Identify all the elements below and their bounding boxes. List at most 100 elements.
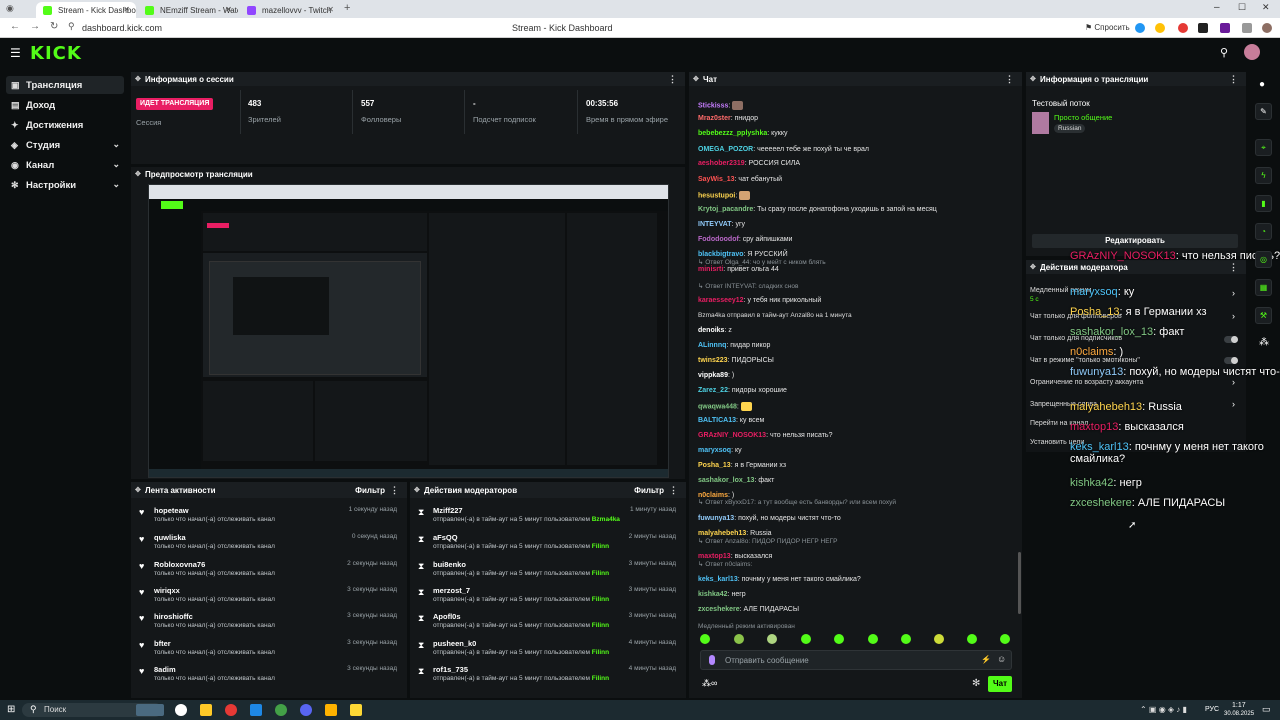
- emote-icon[interactable]: [934, 634, 944, 644]
- close-window-icon[interactable]: ✕: [1262, 2, 1270, 13]
- search-icon[interactable]: ⚲: [1220, 46, 1228, 59]
- chat-settings-icon[interactable]: ✻: [972, 678, 980, 689]
- chat-username[interactable]: maxtop13: [698, 553, 731, 560]
- url-field[interactable]: dashboard.kick.com: [82, 23, 162, 33]
- chat-username[interactable]: SayWis_13: [698, 176, 735, 183]
- sidebar-item-achievements[interactable]: ✦ Достижения: [6, 116, 124, 134]
- chat-input-box[interactable]: Отправить сообщение ⚡ ☺: [700, 650, 1012, 670]
- chat-users-icon[interactable]: ⁂∞: [702, 678, 717, 689]
- chat-username[interactable]: Zarez_22: [698, 387, 728, 394]
- emote-icon[interactable]: [801, 634, 811, 644]
- file-explorer-icon[interactable]: [200, 704, 212, 716]
- chat-scrollbar[interactable]: [1018, 552, 1021, 614]
- sidebar-item-broadcast[interactable]: ▣ Трансляция: [6, 76, 124, 94]
- more-menu-icon[interactable]: ⋮: [668, 74, 677, 85]
- chat-username[interactable]: OMEGA_POZOR: [698, 146, 753, 153]
- hamburger-menu-icon[interactable]: ☰: [10, 46, 21, 60]
- send-chat-button[interactable]: Чат: [988, 676, 1012, 692]
- more-menu-icon[interactable]: ⋮: [1005, 74, 1014, 85]
- windows-start-icon[interactable]: ⊞: [7, 704, 15, 715]
- chat-username[interactable]: Stickisss: [698, 102, 728, 109]
- category-name[interactable]: Просто общение: [1054, 113, 1112, 122]
- tools-icon[interactable]: ⚒: [1255, 307, 1272, 324]
- moderated-user[interactable]: merzost_7: [433, 586, 470, 595]
- chat-username[interactable]: GRAzNIY_NOSOK13: [698, 432, 766, 439]
- moderator-name[interactable]: Filinn: [592, 649, 609, 656]
- sidebar-item-income[interactable]: ▤ Доход: [6, 96, 124, 114]
- moderated-user[interactable]: Mziff227: [433, 506, 463, 515]
- chat-username[interactable]: vippka89: [698, 372, 728, 379]
- drag-handle-icon[interactable]: ✥: [693, 75, 699, 83]
- clock-time[interactable]: 1:17: [1232, 702, 1246, 709]
- chat-username[interactable]: minisrti: [698, 266, 723, 273]
- discord-icon[interactable]: [300, 704, 312, 716]
- stream-preview-video[interactable]: [148, 184, 669, 478]
- lightning-icon[interactable]: ϟ: [1255, 167, 1272, 184]
- help-icon[interactable]: ●: [1259, 79, 1265, 90]
- chat-username[interactable]: qwaqwa448: [698, 403, 737, 410]
- drag-handle-icon[interactable]: ✥: [135, 75, 141, 83]
- browser-tab-kick-dashboard[interactable]: Stream - Kick Dashboa ✕: [36, 2, 136, 18]
- poll-icon[interactable]: ◔: [1255, 223, 1272, 240]
- sidebar-item-settings[interactable]: ✻ Настройки ⌄: [6, 176, 124, 194]
- emote-icon[interactable]: [767, 634, 777, 644]
- chat-username[interactable]: kishka42: [698, 591, 728, 598]
- moderator-name[interactable]: Filinn: [592, 570, 609, 577]
- emote-icon[interactable]: [901, 634, 911, 644]
- notifications-icon[interactable]: ▭: [1262, 704, 1271, 715]
- chat-username[interactable]: fuwunya13: [698, 515, 734, 522]
- filter-button[interactable]: Фильтр: [634, 486, 664, 495]
- extension-icon[interactable]: [1155, 23, 1165, 33]
- site-info-icon[interactable]: ⚲: [68, 21, 75, 32]
- chrome-icon[interactable]: [225, 704, 237, 716]
- account-age-row[interactable]: Ограничение по возрасту аккаунта: [1030, 379, 1143, 386]
- drag-handle-icon[interactable]: ✥: [414, 486, 420, 494]
- translate-button[interactable]: ⚑ Спросить: [1085, 23, 1130, 32]
- new-tab-icon[interactable]: +: [344, 2, 350, 14]
- moderator-name[interactable]: Filinn: [592, 596, 609, 603]
- subscribers-only-toggle[interactable]: [1224, 336, 1238, 343]
- chat-username[interactable]: BALTICA13: [698, 417, 736, 424]
- follower-name[interactable]: 8adim: [154, 665, 176, 674]
- language-indicator[interactable]: РУС: [1205, 706, 1219, 713]
- chevron-right-icon[interactable]: ›: [1232, 311, 1235, 321]
- chat-username[interactable]: Posha_13: [698, 462, 731, 469]
- edit-layout-icon[interactable]: ✎: [1255, 103, 1272, 120]
- back-icon[interactable]: ←: [10, 21, 20, 32]
- moderated-user[interactable]: rof1s_735: [433, 665, 468, 674]
- extension-icon[interactable]: [1198, 23, 1208, 33]
- chrome-icon[interactable]: [275, 704, 287, 716]
- app-icon[interactable]: [325, 704, 337, 716]
- emote-only-toggle[interactable]: [1224, 357, 1238, 364]
- moderated-user[interactable]: Apofl0s: [433, 612, 461, 621]
- chat-username[interactable]: blackbigtravo: [698, 251, 744, 258]
- chat-username[interactable]: Mraz0ster: [698, 115, 731, 122]
- extension-icon[interactable]: [1220, 23, 1230, 33]
- emote-icon[interactable]: [834, 634, 844, 644]
- commands-icon[interactable]: ⚡: [981, 655, 991, 664]
- follower-name[interactable]: wiriqxx: [154, 586, 180, 595]
- browser-menu-icon[interactable]: ◉: [6, 3, 14, 14]
- drag-handle-icon[interactable]: ✥: [135, 486, 141, 494]
- clip-icon[interactable]: ▮: [1255, 195, 1272, 212]
- chat-username[interactable]: ALinnnq: [698, 342, 726, 349]
- extension-icon[interactable]: [1178, 23, 1188, 33]
- chat-username[interactable]: hesustupoi: [698, 192, 735, 199]
- chat-username[interactable]: zxceshekere: [698, 606, 740, 613]
- chat-username[interactable]: keks_karl13: [698, 576, 738, 583]
- moderated-user[interactable]: bui8enko: [433, 560, 466, 569]
- emoji-icon[interactable]: ☺: [997, 654, 1006, 664]
- moderated-user[interactable]: aFsQQ: [433, 533, 458, 542]
- extensions-icon[interactable]: [1242, 23, 1252, 33]
- chat-username[interactable]: karaesseey12: [698, 297, 744, 304]
- drag-handle-icon[interactable]: ✥: [1030, 75, 1036, 83]
- emote-icon[interactable]: [734, 634, 744, 644]
- category-thumbnail[interactable]: [1032, 112, 1049, 134]
- avatar[interactable]: [1244, 44, 1260, 60]
- moderator-name[interactable]: Filinn: [592, 622, 609, 629]
- edit-stream-button[interactable]: Редактировать: [1032, 234, 1238, 248]
- extension-icon[interactable]: [1135, 23, 1145, 33]
- sidebar-item-studio[interactable]: ◈ Студия ⌄: [6, 136, 124, 154]
- emote-icon[interactable]: [967, 634, 977, 644]
- chat-username[interactable]: INTEYVAT: [698, 221, 732, 228]
